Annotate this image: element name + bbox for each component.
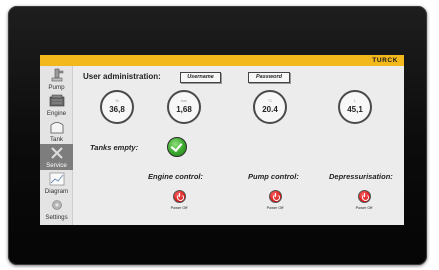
sidebar-item-label: Pump — [48, 84, 65, 91]
main-panel: User administration: Username Password %… — [73, 66, 404, 225]
engine-power-button[interactable] — [173, 190, 186, 203]
gauge-value: 45,1 — [347, 105, 363, 114]
pump-control-label: Pump control: — [248, 172, 299, 181]
chart-icon — [49, 172, 64, 186]
sidebar-item-label: Service — [46, 162, 67, 169]
gear-icon — [51, 200, 62, 210]
depressurisation-power-button[interactable] — [358, 190, 371, 203]
brand-logo: TURCK — [372, 57, 398, 64]
gauge-unit: bar — [181, 98, 187, 103]
gauge: °C 20.4 — [253, 90, 287, 124]
gauge-value: 20.4 — [262, 105, 278, 114]
sidebar-item-diagram[interactable]: Diagram — [40, 170, 73, 196]
gauge: bar 1,68 — [167, 90, 201, 124]
gauge-value: 1,68 — [176, 105, 192, 114]
tools-icon — [50, 147, 63, 159]
gauge-value: 36,8 — [109, 105, 125, 114]
user-admin-title: User administration: — [83, 72, 161, 81]
sidebar-item-service[interactable]: Service — [40, 144, 73, 170]
tank-icon — [50, 122, 63, 134]
username-button[interactable]: Username — [180, 72, 221, 83]
sidebar-item-settings[interactable]: Settings — [40, 196, 73, 222]
gauge-unit: °C — [267, 98, 273, 103]
pump-icon — [51, 68, 63, 82]
tanks-empty-label: Tanks empty: — [90, 143, 139, 152]
sidebar-item-label: Diagram — [44, 188, 69, 195]
gauge-unit: L — [353, 98, 357, 103]
password-button[interactable]: Password — [248, 72, 290, 83]
gauge-unit: % — [115, 98, 119, 103]
sidebar-item-engine[interactable]: Engine — [40, 92, 73, 118]
sidebar: Pump Engine Tank Service Diagram Setting… — [40, 66, 73, 225]
pump-power-button[interactable] — [269, 190, 282, 203]
sidebar-item-tank[interactable]: Tank — [40, 118, 73, 144]
sidebar-item-label: Settings — [45, 214, 68, 221]
gauge: % 36,8 — [100, 90, 134, 124]
gauge: L 45,1 — [338, 90, 372, 124]
depressurisation-label: Depressurisation: — [329, 172, 393, 181]
engine-power-label: Power Off — [170, 206, 188, 210]
sidebar-item-label: Tank — [49, 136, 64, 143]
engine-icon — [49, 94, 64, 107]
pump-power-label: Power Off — [266, 206, 284, 210]
sidebar-item-label: Engine — [46, 110, 67, 117]
sidebar-item-pump[interactable]: Pump — [40, 66, 73, 92]
hmi-screen: TURCK Pump Engine Tank Service Diagram S… — [40, 55, 404, 225]
top-bar: TURCK — [40, 55, 404, 66]
depressurisation-power-label: Power Off — [355, 206, 373, 210]
check-icon — [167, 137, 187, 157]
engine-control-label: Engine control: — [148, 172, 203, 181]
